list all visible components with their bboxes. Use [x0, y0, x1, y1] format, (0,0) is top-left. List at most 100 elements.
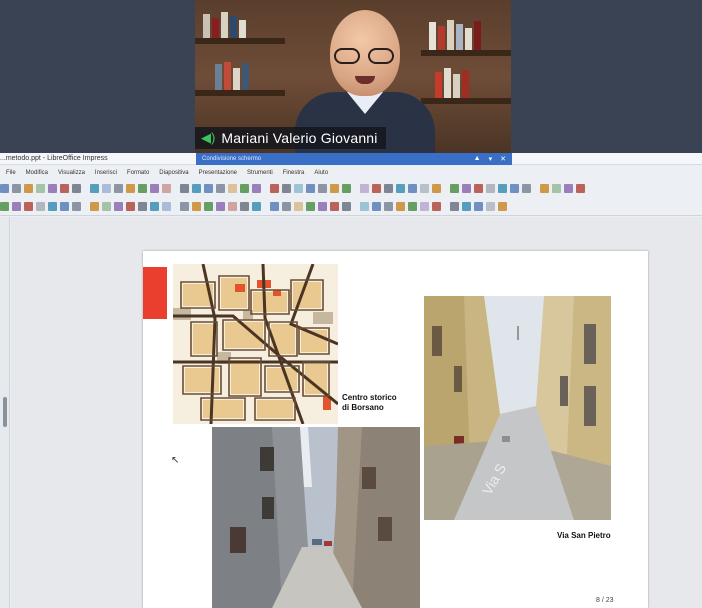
toolbar-button[interactable]: [522, 183, 531, 193]
toolbar-button[interactable]: [420, 183, 429, 193]
toolbar-button[interactable]: [150, 183, 159, 193]
toolbar-button[interactable]: [342, 183, 351, 193]
toolbar-button[interactable]: [150, 201, 159, 211]
toolbar-button[interactable]: [408, 183, 417, 193]
toolbar-button[interactable]: [228, 183, 237, 193]
toolbar-button[interactable]: [0, 201, 9, 211]
toolbar-button[interactable]: [498, 201, 507, 211]
toolbar-button[interactable]: [294, 183, 303, 193]
toolbar-button[interactable]: [552, 183, 561, 193]
toolbar-button[interactable]: [252, 183, 261, 193]
toolbar-button[interactable]: [270, 201, 279, 211]
toolbar-button[interactable]: [306, 183, 315, 193]
toolbar-button[interactable]: [114, 183, 123, 193]
toolbar-button[interactable]: [180, 201, 189, 211]
toolbar-button[interactable]: [372, 201, 381, 211]
toolbar-button[interactable]: [372, 183, 381, 193]
toolbar-button[interactable]: [564, 183, 573, 193]
toolbar-button[interactable]: [162, 201, 171, 211]
menu-view[interactable]: Visualizza: [58, 170, 85, 176]
menu-format[interactable]: Formato: [127, 170, 149, 176]
toolbar-button[interactable]: [138, 201, 147, 211]
toolbar-button[interactable]: [192, 201, 201, 211]
menu-help[interactable]: Aiuto: [314, 170, 328, 176]
toolbar-button[interactable]: [486, 201, 495, 211]
menu-file[interactable]: File: [6, 170, 16, 176]
share-close-icon[interactable]: ✕: [500, 155, 506, 163]
slide[interactable]: Centro storico di Borsano Via S Via San …: [143, 251, 648, 608]
toolbar-button[interactable]: [330, 201, 339, 211]
toolbar-button[interactable]: [510, 183, 519, 193]
toolbar-button[interactable]: [126, 201, 135, 211]
toolbar-button[interactable]: [204, 201, 213, 211]
toolbar-button[interactable]: [60, 183, 69, 193]
toolbar-button[interactable]: [72, 183, 81, 193]
toolbar-button[interactable]: [396, 183, 405, 193]
toolbar-button[interactable]: [432, 183, 441, 193]
toolbar-button[interactable]: [576, 183, 585, 193]
toolbar-button[interactable]: [114, 201, 123, 211]
share-options-icon[interactable]: ▾: [489, 155, 493, 163]
toolbar-button[interactable]: [474, 201, 483, 211]
toolbar-button[interactable]: [360, 183, 369, 193]
toolbar-button[interactable]: [432, 201, 441, 211]
toolbar-button[interactable]: [36, 183, 45, 193]
toolbar-button[interactable]: [216, 201, 225, 211]
toolbar-button[interactable]: [162, 183, 171, 193]
toolbar-button[interactable]: [90, 201, 99, 211]
menu-tools[interactable]: Strumenti: [247, 170, 273, 176]
screen-share-bar[interactable]: Condivisione schermo ▲ ▾ ✕: [196, 153, 512, 165]
toolbar-button[interactable]: [360, 201, 369, 211]
toolbar-button[interactable]: [192, 183, 201, 193]
toolbar-button[interactable]: [180, 183, 189, 193]
toolbar-button[interactable]: [450, 183, 459, 193]
toolbar-button[interactable]: [12, 183, 21, 193]
toolbar-button[interactable]: [102, 183, 111, 193]
share-minimize-icon[interactable]: ▲: [474, 155, 481, 163]
toolbar-button[interactable]: [540, 183, 549, 193]
toolbar-button[interactable]: [396, 201, 405, 211]
toolbar-button[interactable]: [474, 183, 483, 193]
toolbar-button[interactable]: [486, 183, 495, 193]
toolbar-button[interactable]: [282, 201, 291, 211]
toolbar-button[interactable]: [294, 201, 303, 211]
toolbar-button[interactable]: [306, 201, 315, 211]
toolbar-button[interactable]: [270, 183, 279, 193]
toolbar-button[interactable]: [282, 183, 291, 193]
toolbar-button[interactable]: [48, 183, 57, 193]
toolbar-button[interactable]: [462, 201, 471, 211]
toolbar-button[interactable]: [72, 201, 81, 211]
toolbar-button[interactable]: [318, 201, 327, 211]
toolbar-button[interactable]: [48, 201, 57, 211]
toolbar-button[interactable]: [330, 183, 339, 193]
toolbar-button[interactable]: [90, 183, 99, 193]
toolbar-button[interactable]: [420, 201, 429, 211]
menu-slideshow[interactable]: Presentazione: [199, 170, 237, 176]
toolbar-button[interactable]: [138, 183, 147, 193]
menu-edit[interactable]: Modifica: [26, 170, 48, 176]
menu-slide[interactable]: Diapositiva: [159, 170, 188, 176]
toolbar-button[interactable]: [462, 183, 471, 193]
toolbar-button[interactable]: [384, 183, 393, 193]
menu-window[interactable]: Finestra: [283, 170, 305, 176]
toolbar-button[interactable]: [24, 201, 33, 211]
toolbar-button[interactable]: [342, 201, 351, 211]
toolbar-button[interactable]: [102, 201, 111, 211]
menu-insert[interactable]: Inserisci: [95, 170, 117, 176]
toolbar-button[interactable]: [498, 183, 507, 193]
toolbar-button[interactable]: [60, 201, 69, 211]
toolbar-button[interactable]: [0, 183, 9, 193]
toolbar-button[interactable]: [126, 183, 135, 193]
toolbar-button[interactable]: [36, 201, 45, 211]
toolbar-button[interactable]: [12, 201, 21, 211]
pane-resize-handle[interactable]: [3, 397, 7, 427]
toolbar-button[interactable]: [384, 201, 393, 211]
toolbar-button[interactable]: [240, 201, 249, 211]
toolbar-button[interactable]: [216, 183, 225, 193]
toolbar-button[interactable]: [204, 183, 213, 193]
toolbar-button[interactable]: [318, 183, 327, 193]
toolbar-button[interactable]: [228, 201, 237, 211]
toolbar-button[interactable]: [24, 183, 33, 193]
toolbar-button[interactable]: [408, 201, 417, 211]
toolbar-button[interactable]: [450, 201, 459, 211]
